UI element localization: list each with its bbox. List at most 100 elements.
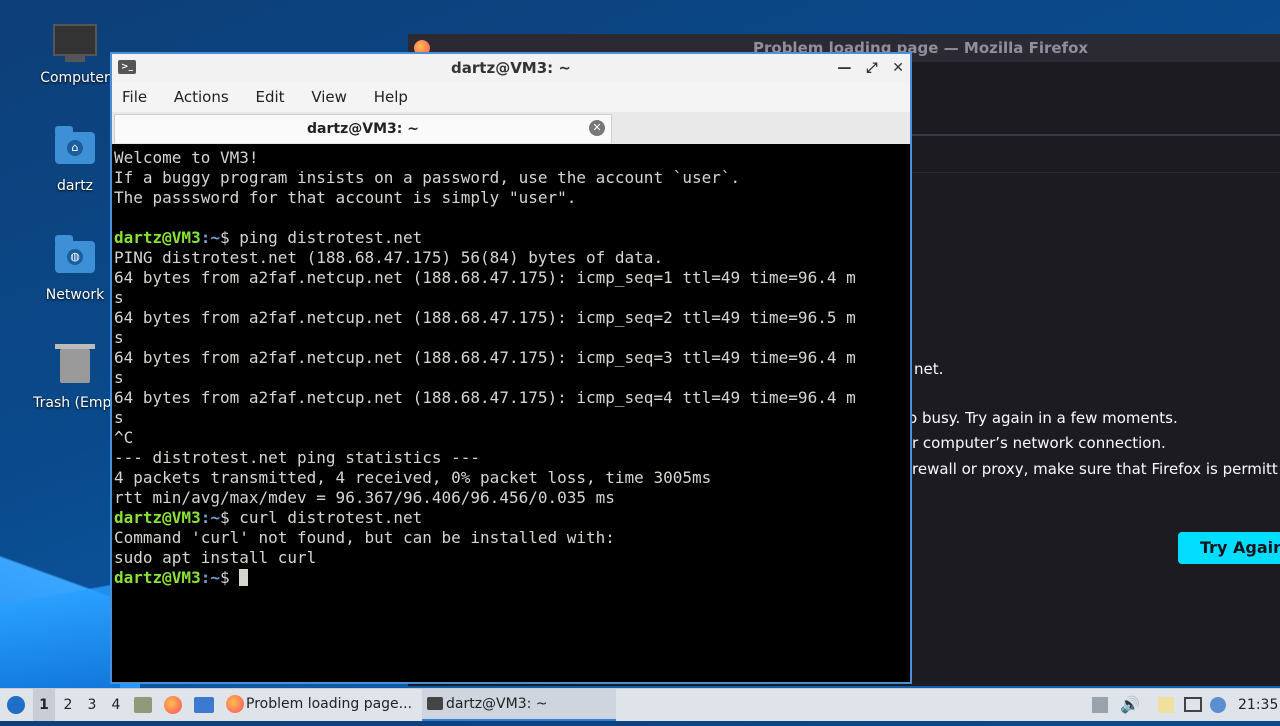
firefox-icon — [226, 695, 244, 713]
network-folder-icon: ◍ — [53, 235, 97, 281]
output-text: s — [114, 288, 124, 307]
prompt-path: :~ — [200, 508, 220, 527]
output-text: PING distrotest.net (188.68.47.175) 56(8… — [114, 248, 664, 267]
error-text: net. — [914, 360, 944, 378]
terminal-icon: >_ — [118, 60, 136, 74]
output-line: s — [114, 328, 910, 348]
output-text: rtt min/avg/max/mdev = 96.367/96.406/96.… — [114, 488, 615, 507]
error-text: rewall or proxy, make sure that Firefox … — [912, 460, 1278, 478]
output-text: s — [114, 408, 124, 427]
workspace-4[interactable]: 4 — [105, 689, 127, 721]
task-terminal[interactable]: dartz@VM3: ~ — [422, 689, 616, 721]
taskbar: 1 2 3 4 Problem loading page... dartz@VM… — [0, 688, 1280, 721]
terminal-tab[interactable]: dartz@VM3: ~ ✕ — [114, 114, 612, 143]
prompt-symbol: $ — [219, 568, 240, 587]
output-text: 64 bytes from a2faf.netcup.net (188.68.4… — [114, 308, 856, 327]
text-cursor — [239, 569, 249, 586]
output-line: s — [114, 368, 910, 388]
menu-view[interactable]: View — [311, 88, 347, 106]
prompt-path: :~ — [200, 228, 220, 247]
show-desktop-button[interactable] — [194, 689, 216, 721]
tab-label: dartz@VM3: ~ — [307, 121, 419, 137]
prompt-line: dartz@VM3:~$ — [114, 568, 910, 588]
task-firefox[interactable]: Problem loading page... — [222, 689, 440, 721]
app-menu-button[interactable] — [4, 689, 28, 721]
output-line: rtt min/avg/max/mdev = 96.367/96.406/96.… — [114, 488, 910, 508]
command-text: curl distrotest.net — [239, 508, 423, 527]
output-line: Welcome to VM3! — [114, 148, 910, 168]
prompt-user: dartz@VM3 — [114, 568, 201, 587]
trash-icon — [53, 344, 97, 389]
terminal-icon — [427, 697, 443, 710]
output-text: s — [114, 368, 124, 387]
error-text: r computer’s network connection. — [912, 434, 1166, 452]
output-line: The passsword for that account is simply… — [114, 188, 910, 208]
firefox-icon — [164, 696, 182, 714]
file-manager-icon — [134, 697, 152, 713]
file-manager-launcher[interactable] — [134, 689, 154, 721]
output-text: ^C — [114, 428, 134, 447]
terminal-window[interactable]: >_ dartz@VM3: ~ — ⤢ ✕ File Actions Edit … — [110, 52, 912, 684]
desktop-icon — [194, 697, 214, 713]
prompt-user: dartz@VM3 — [114, 228, 201, 247]
workspace-1[interactable]: 1 — [33, 689, 55, 721]
volume-icon[interactable]: 🔊 — [1120, 697, 1140, 713]
output-line: PING distrotest.net (188.68.47.175) 56(8… — [114, 248, 910, 268]
output-text: 4 packets transmitted, 4 received, 0% pa… — [114, 468, 712, 487]
output-text: sudo apt install curl — [114, 548, 317, 567]
output-line: s — [114, 408, 910, 428]
task-label: dartz@VM3: ~ — [446, 696, 548, 712]
output-text: 64 bytes from a2faf.netcup.net (188.68.4… — [114, 388, 856, 407]
prompt-user: dartz@VM3 — [114, 508, 201, 527]
output-line: --- distrotest.net ping statistics --- — [114, 448, 910, 468]
output-line: 64 bytes from a2faf.netcup.net (188.68.4… — [114, 268, 910, 288]
output-text: If a buggy program insists on a password… — [114, 168, 741, 187]
tab-bar: dartz@VM3: ~ ✕ — [112, 112, 910, 144]
output-line: If a buggy program insists on a password… — [114, 168, 910, 188]
prompt-symbol: $ — [219, 228, 240, 247]
tray-arrow-icon[interactable] — [1092, 697, 1108, 713]
menu-bar: File Actions Edit View Help — [112, 82, 910, 112]
prompt-line: dartz@VM3:~$ curl distrotest.net — [114, 508, 910, 528]
tab-close-icon[interactable]: ✕ — [589, 120, 605, 136]
menu-file[interactable]: File — [122, 88, 147, 106]
task-label: Problem loading page... — [246, 696, 413, 712]
output-line: ^C — [114, 428, 910, 448]
menu-help[interactable]: Help — [374, 88, 408, 106]
output-line: 64 bytes from a2faf.netcup.net (188.68.4… — [114, 348, 910, 368]
app-menu-icon — [7, 696, 25, 714]
network-icon[interactable] — [1184, 697, 1202, 712]
minimize-icon[interactable]: — — [837, 60, 851, 76]
output-text: Welcome to VM3! — [114, 148, 259, 167]
prompt-path: :~ — [200, 568, 220, 587]
output-line: 4 packets transmitted, 4 received, 0% pa… — [114, 468, 910, 488]
computer-icon — [53, 24, 97, 64]
try-again-button[interactable]: Try Again — [1178, 532, 1280, 564]
update-icon[interactable] — [1210, 697, 1226, 713]
output-text: 64 bytes from a2faf.netcup.net (188.68.4… — [114, 268, 856, 287]
output-line: sudo apt install curl — [114, 548, 910, 568]
terminal-titlebar[interactable]: >_ dartz@VM3: ~ — ⤢ ✕ — [112, 54, 910, 82]
output-text: The passsword for that account is simply… — [114, 188, 577, 207]
command-text: ping distrotest.net — [239, 228, 423, 247]
maximize-icon[interactable]: ⤢ — [866, 60, 877, 76]
clipboard-icon[interactable] — [1158, 697, 1174, 713]
window-title: dartz@VM3: ~ — [451, 59, 571, 77]
output-line: 64 bytes from a2faf.netcup.net (188.68.4… — [114, 388, 910, 408]
output-text: --- distrotest.net ping statistics --- — [114, 448, 481, 467]
menu-actions[interactable]: Actions — [174, 88, 229, 106]
workspace-2[interactable]: 2 — [57, 689, 79, 721]
firefox-launcher[interactable] — [164, 689, 186, 721]
home-folder-icon: ⌂ — [53, 126, 97, 172]
terminal-output[interactable]: Welcome to VM3! If a buggy program insist… — [114, 146, 910, 682]
output-line: s — [114, 288, 910, 308]
wallpaper-streak — [0, 560, 120, 690]
workspace-3[interactable]: 3 — [81, 689, 103, 721]
prompt-symbol: $ — [219, 508, 240, 527]
menu-edit[interactable]: Edit — [255, 88, 284, 106]
output-text: s — [114, 328, 124, 347]
close-icon[interactable]: ✕ — [892, 60, 904, 76]
output-text: 64 bytes from a2faf.netcup.net (188.68.4… — [114, 348, 856, 367]
clock[interactable]: 21:35 — [1238, 689, 1278, 721]
